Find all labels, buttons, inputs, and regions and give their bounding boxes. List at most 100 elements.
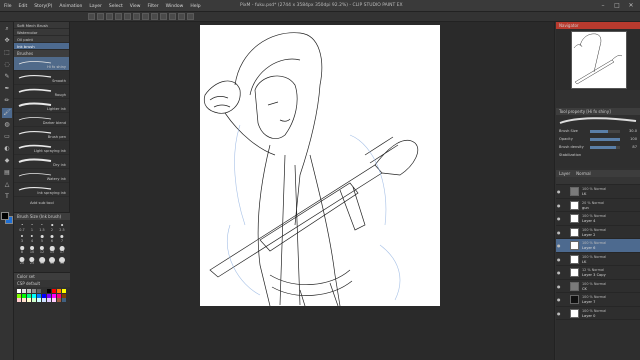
brush-item[interactable]: Lighter ink — [14, 99, 69, 113]
select-all-icon[interactable] — [160, 13, 167, 20]
menu-edit[interactable]: Edit — [19, 4, 28, 9]
brush-size-option[interactable]: 12 — [37, 244, 47, 254]
visibility-eye-icon[interactable]: ● — [557, 216, 562, 221]
brush-size-option[interactable]: 2.5 — [57, 222, 67, 232]
layer-row[interactable]: ● 100 % Normal Layer 2 — [556, 226, 640, 239]
visibility-eye-icon[interactable]: ● — [557, 284, 562, 289]
color-set-name[interactable]: CSP default — [14, 280, 70, 287]
brush-size-slider[interactable] — [590, 129, 620, 133]
brush-size-value[interactable]: 30.0 — [623, 129, 637, 133]
subtool-tab-ink-brush[interactable]: Ink brush — [14, 43, 69, 50]
opacity-value[interactable]: 100 — [623, 137, 637, 141]
color-swatch[interactable] — [21, 293, 27, 298]
snap-grid-icon[interactable] — [187, 13, 194, 20]
brush-size-option[interactable]: 50 — [57, 255, 67, 265]
color-swatch[interactable] — [26, 289, 32, 293]
color-swatch[interactable] — [31, 298, 37, 303]
brush-size-option[interactable]: 7 — [57, 233, 67, 243]
visibility-eye-icon[interactable]: ● — [557, 189, 562, 194]
blend-mode-select[interactable]: Normal — [576, 170, 590, 177]
undo-icon[interactable] — [115, 13, 122, 20]
layer-row[interactable]: ● 100 % Normal Layer 4 — [556, 212, 640, 226]
brush-size-option[interactable]: 10 — [27, 244, 37, 254]
gradient-icon[interactable]: ▤ — [2, 168, 12, 178]
color-swatch[interactable] — [56, 289, 62, 293]
color-swatch[interactable] — [31, 293, 37, 298]
brush-size-option[interactable]: 25 — [27, 255, 37, 265]
snap-ruler-icon[interactable] — [178, 13, 185, 20]
color-swatch[interactable] — [46, 298, 52, 303]
visibility-eye-icon[interactable]: ● — [557, 270, 562, 275]
layer-row[interactable]: ● 12 % Normal Layer 3 Copy — [556, 266, 640, 280]
brush-size-option[interactable]: 1.5 — [37, 222, 47, 232]
color-swatch[interactable] — [51, 289, 57, 293]
new-file-icon[interactable] — [88, 13, 95, 20]
brush-size-option[interactable]: 2 — [47, 222, 57, 232]
save-icon[interactable] — [106, 13, 113, 20]
subtool-tab-watercolor[interactable]: Watercolor — [14, 29, 69, 36]
add-subtool-button[interactable]: Add sub tool — [14, 197, 69, 205]
brush-icon[interactable]: 🖌 — [2, 108, 12, 118]
airbrush-icon[interactable]: ◍ — [2, 120, 12, 130]
layer-row[interactable]: ● 100 % Normal LK — [556, 185, 640, 199]
color-swatch[interactable] — [61, 289, 67, 293]
transform-icon[interactable] — [142, 13, 149, 20]
color-swatch[interactable] — [26, 298, 32, 303]
move-icon[interactable]: ✥ — [2, 36, 12, 46]
eraser-icon[interactable]: ▭ — [2, 132, 12, 142]
density-slider[interactable] — [590, 145, 620, 149]
navigator-thumbnail[interactable] — [571, 31, 627, 89]
main-color-swatch[interactable] — [1, 212, 9, 220]
color-swatch[interactable] — [56, 293, 62, 298]
layer-row[interactable]: ● 100 % Normal Layer 0 — [556, 307, 640, 320]
pen-icon[interactable]: ✒ — [2, 84, 12, 94]
color-swatch[interactable] — [36, 298, 42, 303]
brush-size-option[interactable]: 3 — [17, 233, 27, 243]
color-swatch[interactable] — [46, 289, 52, 293]
maximize-button[interactable]: □ — [612, 2, 622, 9]
layer-row[interactable]: ● 100 % Normal LK — [556, 253, 640, 266]
clear-icon[interactable] — [133, 13, 140, 20]
color-swatch[interactable] — [17, 289, 22, 293]
menu-layer[interactable]: Layer — [89, 4, 102, 9]
visibility-eye-icon[interactable]: ● — [557, 257, 562, 262]
brush-item[interactable]: Smooth — [14, 71, 69, 85]
color-swatch[interactable] — [61, 298, 67, 303]
layer-row[interactable]: ● 100 % Normal CK — [556, 280, 640, 293]
brush-size-option[interactable]: 6 — [47, 233, 57, 243]
color-swatch[interactable] — [26, 293, 32, 298]
menu-help[interactable]: Help — [190, 4, 200, 9]
brush-size-option[interactable]: 40 — [47, 255, 57, 265]
brush-size-option[interactable]: 1 — [27, 222, 37, 232]
color-swatch[interactable] — [61, 293, 67, 298]
color-swatch[interactable] — [17, 298, 22, 303]
menu-story[interactable]: Story(P) — [34, 4, 52, 9]
eyedropper-icon[interactable]: ✎ — [2, 72, 12, 82]
menu-select[interactable]: Select — [109, 4, 123, 9]
layer-row[interactable]: ● 20 % Normal gun — [556, 199, 640, 212]
density-value[interactable]: 87 — [623, 145, 637, 149]
minimize-button[interactable]: – — [598, 2, 608, 9]
brush-size-option[interactable]: 5 — [37, 233, 47, 243]
brush-size-row[interactable]: Brush Size 30.0 — [556, 127, 640, 135]
brush-item[interactable]: Ink spraying ink — [14, 183, 69, 197]
invert-selection-icon[interactable] — [169, 13, 176, 20]
figure-icon[interactable]: △ — [2, 180, 12, 190]
visibility-eye-icon[interactable]: ● — [557, 243, 562, 248]
stabilization-row[interactable]: Stabilization — [556, 151, 640, 159]
color-swatch[interactable] — [41, 293, 47, 298]
brush-size-option[interactable]: 17 — [57, 244, 67, 254]
layer-row[interactable]: ● 100 % Normal Layer 6 — [556, 239, 640, 253]
visibility-eye-icon[interactable]: ● — [557, 297, 562, 302]
menu-file[interactable]: File — [4, 4, 12, 9]
fill-icon[interactable]: ◆ — [2, 156, 12, 166]
menu-animation[interactable]: Animation — [59, 4, 82, 9]
visibility-eye-icon[interactable]: ● — [557, 311, 562, 316]
open-file-icon[interactable] — [97, 13, 104, 20]
brush-item[interactable]: Rough — [14, 85, 69, 99]
canvas[interactable] — [200, 25, 440, 307]
subtool-tab-oil-paint[interactable]: Oil paint — [14, 36, 69, 43]
opacity-slider[interactable] — [590, 137, 620, 141]
color-swatch[interactable] — [51, 298, 57, 303]
lasso-icon[interactable]: ◌ — [2, 60, 12, 70]
